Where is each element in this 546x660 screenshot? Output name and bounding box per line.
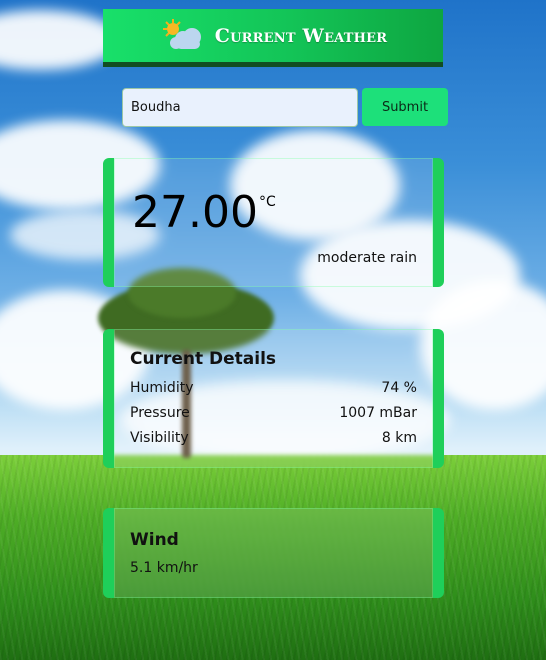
wind-title: Wind	[130, 530, 179, 550]
wind-card: Wind 5.1 km/hr	[103, 508, 444, 598]
temperature-unit: °C	[258, 194, 276, 210]
detail-label: Pressure	[130, 405, 190, 421]
cloud-shape	[0, 10, 120, 70]
temperature-value: 27.00	[132, 187, 258, 238]
detail-label: Humidity	[130, 380, 194, 396]
detail-row-pressure: Pressure 1007 mBar	[130, 405, 417, 421]
detail-label: Visibility	[130, 430, 189, 446]
temperature-display: 27.00 °C	[132, 188, 276, 238]
app-header: Current Weather	[103, 9, 443, 67]
city-input[interactable]	[122, 88, 358, 127]
page-title: Current Weather	[214, 24, 388, 47]
wind-speed: 5.1 km/hr	[130, 560, 198, 576]
detail-row-humidity: Humidity 74 %	[130, 380, 417, 396]
submit-button[interactable]: Submit	[362, 88, 448, 126]
sun-cloud-icon	[159, 17, 205, 55]
detail-value: 1007 mBar	[339, 405, 417, 421]
detail-value: 74 %	[381, 380, 417, 396]
detail-value: 8 km	[381, 430, 417, 446]
details-card: Current Details Humidity 74 % Pressure 1…	[103, 329, 444, 468]
weather-condition: moderate rain	[317, 250, 417, 266]
temperature-card: 27.00 °C moderate rain	[103, 158, 444, 287]
detail-row-visibility: Visibility 8 km	[130, 430, 417, 446]
details-title: Current Details	[130, 349, 277, 369]
